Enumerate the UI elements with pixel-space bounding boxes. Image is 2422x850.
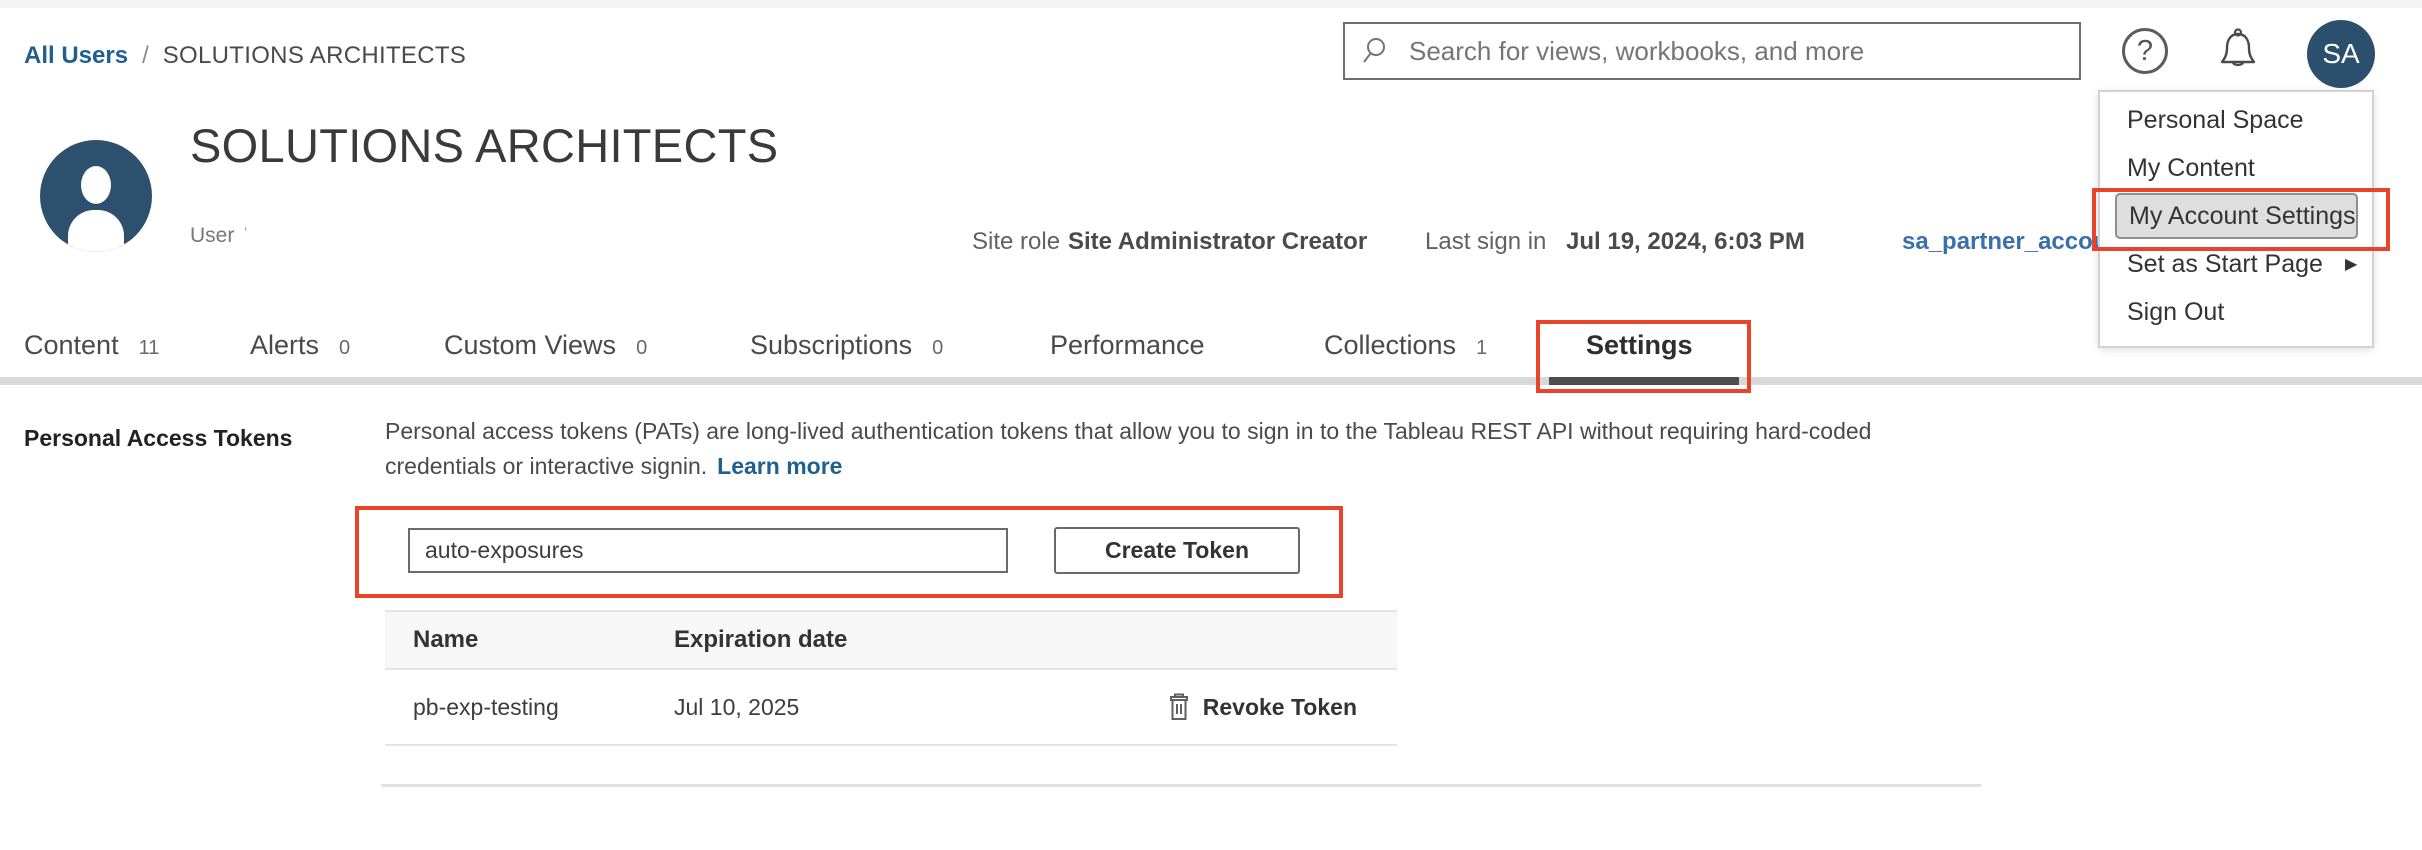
username-link[interactable]: sa_partner_accou [1902,228,2107,256]
top-strip [0,0,2422,8]
learn-more-link[interactable]: Learn more [717,453,842,479]
breadcrumb-current: SOLUTIONS ARCHITECTS [163,42,466,70]
tableau-user-settings-page: All Users / SOLUTIONS ARCHITECTS ? SA Pe… [0,0,2422,850]
column-header-name: Name [385,626,674,654]
search-box[interactable] [1343,22,2081,80]
pat-description-line1: Personal access tokens (PATs) are long-l… [385,414,1871,449]
trash-icon [1167,693,1191,721]
menu-item-personal-space[interactable]: Personal Space [2100,96,2372,144]
tab-content[interactable]: Content11 [24,330,159,361]
site-role-label: Site role [972,228,1060,256]
menu-item-sign-out[interactable]: Sign Out [2100,288,2372,336]
person-icon [81,166,111,204]
menu-item-label: Personal Space [2127,106,2304,135]
pat-section-heading: Personal Access Tokens [24,425,292,452]
page-title: SOLUTIONS ARCHITECTS [190,118,778,173]
account-avatar[interactable]: SA [2307,20,2375,88]
menu-item-label: Set as Start Page [2127,250,2323,279]
tab-count: 0 [339,337,350,359]
active-tab-indicator [1549,377,1739,385]
tab-count: 11 [139,337,160,359]
pat-description-line2: credentials or interactive signin.Learn … [385,449,1871,484]
tab-subscriptions[interactable]: Subscriptions0 [750,330,943,361]
tab-settings[interactable]: Settings [1586,330,1693,361]
profile-avatar [40,140,152,252]
tab-collections[interactable]: Collections1 [1324,330,1487,361]
notifications-bell-icon[interactable] [2212,26,2264,78]
search-input[interactable] [1409,36,2063,67]
revoke-token-label: Revoke Token [1203,694,1357,721]
token-name-cell: pb-exp-testing [385,694,674,721]
tab-underline-track [0,377,2422,385]
last-sign-in-value: Jul 19, 2024, 6:03 PM [1566,228,1805,256]
tab-count: 0 [932,337,943,359]
table-row: pb-exp-testing Jul 10, 2025 Revoke Token [385,670,1397,746]
last-sign-in-label: Last sign in [1425,228,1546,256]
submenu-arrow-icon: ▶ [2345,254,2357,274]
token-name-input[interactable] [408,528,1008,573]
breadcrumb-all-users-link[interactable]: All Users [24,42,128,70]
help-icon[interactable]: ? [2122,28,2168,74]
search-icon [1361,35,1393,67]
tab-performance[interactable]: Performance [1050,330,1205,361]
avatar-initials: SA [2322,38,2359,70]
token-expiration-cell: Jul 10, 2025 [674,694,799,721]
tab-count: 1 [1476,337,1487,359]
help-glyph: ? [2137,35,2153,68]
token-table-header: Name Expiration date [385,610,1397,670]
menu-item-my-content[interactable]: My Content [2100,144,2372,192]
menu-item-my-account-settings[interactable]: My Account Settings [2115,193,2358,239]
menu-item-set-as-start-page[interactable]: Set as Start Page ▶ [2100,240,2372,288]
pat-description: Personal access tokens (PATs) are long-l… [385,414,1871,484]
profile-type-suffix: ' [244,224,247,240]
profile-type-label: User' [190,224,247,248]
column-header-expiration: Expiration date [674,626,847,654]
site-role-value: Site Administrator Creator [1068,228,1367,256]
menu-item-label: My Account Settings [2129,202,2356,231]
tab-alerts[interactable]: Alerts0 [250,330,350,361]
account-menu: Personal Space My Content My Account Set… [2098,90,2374,348]
create-token-button[interactable]: Create Token [1054,527,1300,574]
tab-count: 0 [636,337,647,359]
menu-item-label: Sign Out [2127,298,2224,327]
tab-custom-views[interactable]: Custom Views0 [444,330,647,361]
revoke-token-button[interactable]: Revoke Token [1167,693,1357,721]
section-divider [381,784,1981,787]
breadcrumb-separator: / [142,42,149,70]
token-table: Name Expiration date pb-exp-testing Jul … [385,610,1397,746]
breadcrumb: All Users / SOLUTIONS ARCHITECTS [24,42,466,70]
menu-item-label: My Content [2127,154,2255,183]
